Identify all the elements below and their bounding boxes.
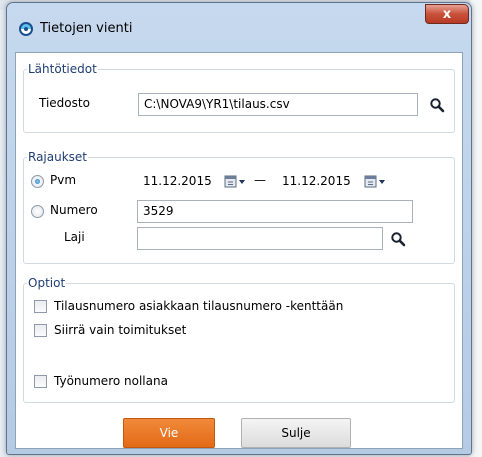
order-number-checkbox-label: Tilausnumero asiakkaan tilausnumero -ken… [54,299,344,313]
number-radio[interactable] [31,205,44,218]
source-group-label: Lähtötiedot [27,62,98,76]
export-button[interactable]: Vie [123,418,215,448]
title-bar[interactable]: Tietojen vienti x [7,3,471,53]
calendar-dropdown-icon[interactable] [224,175,246,189]
type-field[interactable] [137,227,383,250]
work-number-zero-checkbox[interactable] [34,375,47,388]
magnifier-icon[interactable] [429,97,445,113]
date-to-field[interactable]: 11.12.2015 [276,170,356,193]
options-group: Optiot Tilausnumero asiakkaan tilausnume… [23,276,455,403]
dialog-content: Lähtötiedot Tiedosto C:\NOVA9\YR1\tilaus… [15,52,463,449]
type-label: Laji [64,230,85,244]
calendar-dropdown-icon[interactable] [364,175,386,189]
dialog-window: Tietojen vienti x Lähtötiedot Tiedosto C… [6,2,472,455]
work-number-zero-checkbox-label: Työnumero nollana [54,374,168,388]
deliveries-only-checkbox-label: Siirrä vain toimitukset [54,323,187,337]
close-window-button[interactable]: x [425,4,469,24]
date-range-separator: — [254,173,266,187]
filters-group: Rajaukset Pvm 11.12.2015 — 11.12.2015 Nu… [23,150,455,264]
options-group-label: Optiot [27,276,67,290]
number-field[interactable]: 3529 [137,200,413,223]
file-label: Tiedosto [39,96,90,110]
app-icon [19,22,33,36]
date-from-field[interactable]: 11.12.2015 [137,170,217,193]
number-radio-label: Numero [50,203,98,217]
order-number-checkbox[interactable] [34,300,47,313]
date-radio[interactable] [31,175,44,188]
filters-group-label: Rajaukset [27,150,89,164]
deliveries-only-checkbox[interactable] [34,324,47,337]
close-button[interactable]: Sulje [241,418,351,448]
close-icon: x [442,7,452,22]
magnifier-icon[interactable] [390,231,406,247]
window-title: Tietojen vienti [40,21,133,36]
date-radio-label: Pvm [50,173,77,187]
source-group: Lähtötiedot Tiedosto C:\NOVA9\YR1\tilaus… [23,62,455,133]
file-path-field[interactable]: C:\NOVA9\YR1\tilaus.csv [138,93,418,116]
